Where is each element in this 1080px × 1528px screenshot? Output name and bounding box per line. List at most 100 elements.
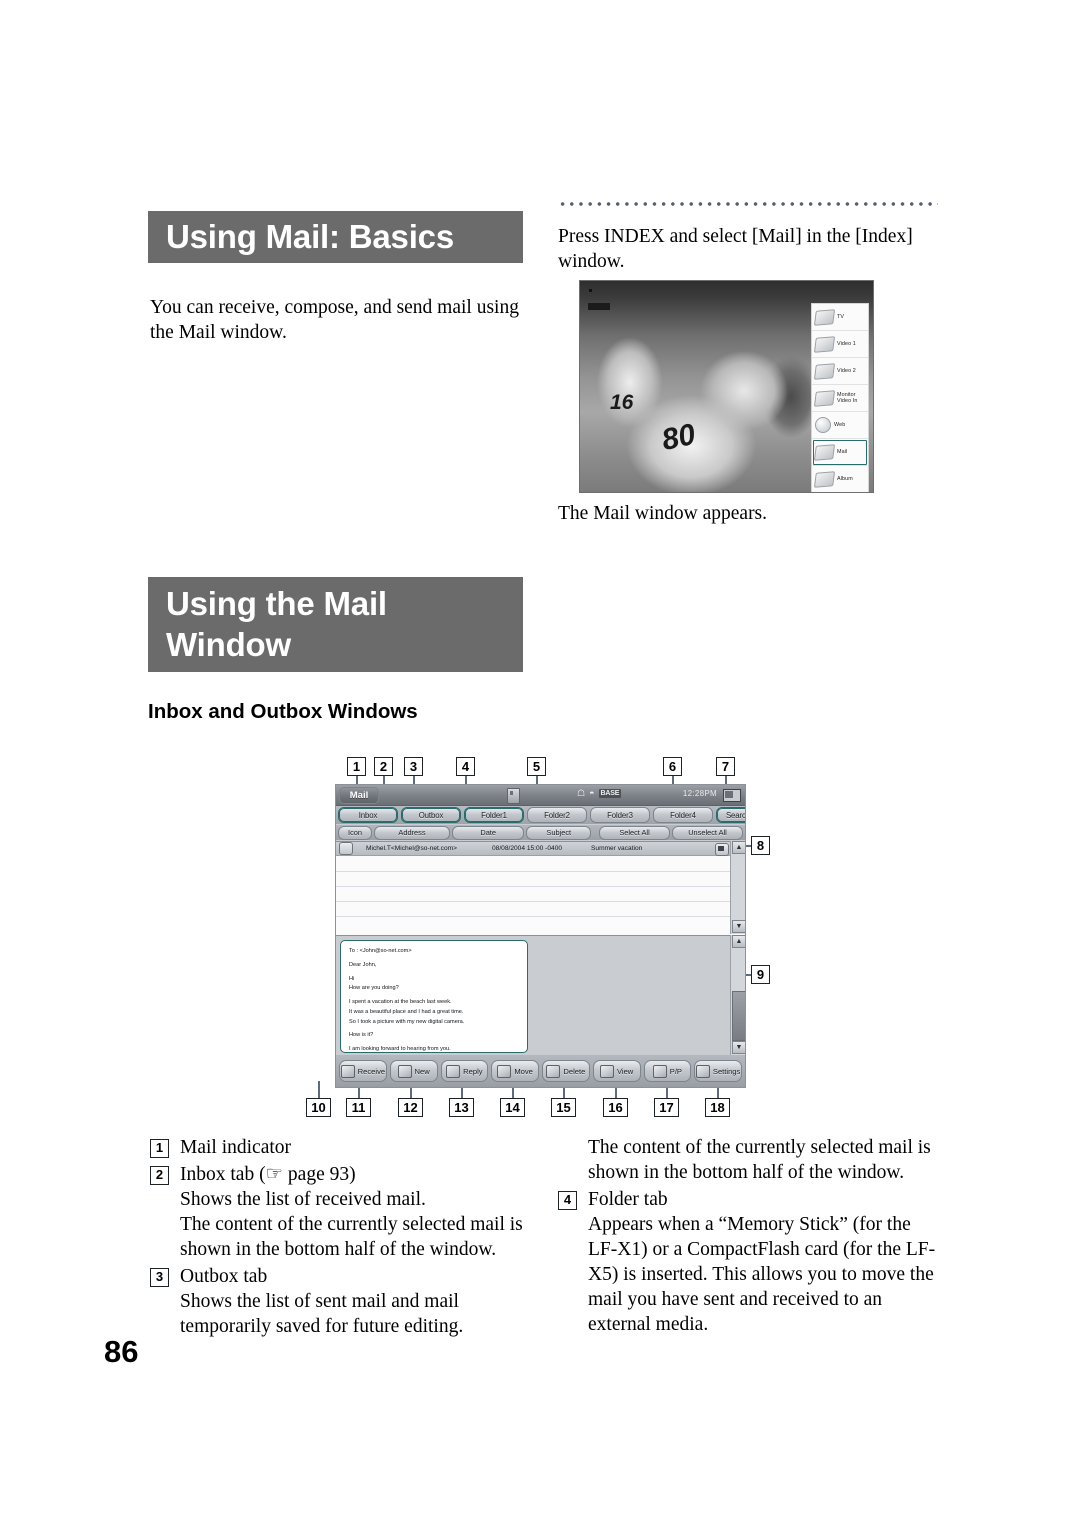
preview-line-3: I spent a vacation at the beach last wee… bbox=[349, 999, 452, 1006]
legend-number-placeholder bbox=[558, 1139, 577, 1158]
legend-text: Inbox tab (☞ page 93) Shows the list of … bbox=[180, 1163, 540, 1263]
tab-folder2[interactable]: Folder2 bbox=[527, 807, 587, 823]
button-label: Settings bbox=[712, 1066, 741, 1076]
clock-label: 12:28PM bbox=[682, 789, 717, 798]
tab-outbox[interactable]: Outbox bbox=[401, 807, 461, 823]
pip-button[interactable]: P/P bbox=[643, 1060, 692, 1082]
column-header-subject[interactable]: Subject bbox=[526, 825, 592, 840]
list-scrollbar[interactable]: ▲ ▼ bbox=[730, 841, 745, 934]
index-item-tv[interactable]: TV bbox=[812, 304, 868, 331]
tab-inbox[interactable]: Inbox bbox=[338, 807, 398, 823]
attachment-icon[interactable] bbox=[715, 843, 729, 856]
legend-title: Folder tab bbox=[588, 1188, 668, 1210]
legend-number: 1 bbox=[150, 1139, 169, 1158]
preview-scrollbar[interactable]: ▲ ▼ bbox=[730, 935, 745, 1055]
receive-button[interactable]: Receive bbox=[339, 1060, 387, 1082]
index-item-mail[interactable]: Mail bbox=[812, 439, 868, 466]
unselect-all-button[interactable]: Unselect All bbox=[672, 825, 743, 840]
column-header-date[interactable]: Date bbox=[451, 825, 525, 840]
scroll-up-arrow-icon[interactable]: ▲ bbox=[732, 935, 745, 948]
scroll-down-arrow-icon[interactable]: ▼ bbox=[732, 1041, 745, 1054]
legend-line: Appears when a “Memory Stick” (for the bbox=[588, 1213, 911, 1235]
intro-paragraph: You can receive, compose, and send mail … bbox=[150, 297, 519, 343]
row-checkbox[interactable] bbox=[339, 842, 353, 855]
legend-number: 3 bbox=[150, 1267, 169, 1287]
select-all-button[interactable]: Select All bbox=[599, 825, 671, 840]
index-item-video-2[interactable]: Video 2 bbox=[812, 358, 868, 385]
index-item-monitor-video-in[interactable]: Monitor Video In bbox=[812, 385, 868, 412]
delete-button[interactable]: Delete bbox=[542, 1060, 590, 1082]
mail-window-screenshot: Mail ☖ ◓ BASE 12:28PM Inbox Outbox Folde… bbox=[335, 784, 746, 1088]
list-divider bbox=[336, 901, 731, 902]
legend-text: The content of the currently selected ma… bbox=[588, 1136, 953, 1186]
view-icon bbox=[599, 1064, 614, 1078]
tab-search[interactable]: Search bbox=[716, 807, 745, 823]
callout-2: 2 bbox=[374, 757, 393, 776]
index-item-web[interactable]: Web bbox=[812, 412, 868, 439]
page-title-using-mail-basics: Using Mail: Basics bbox=[148, 211, 523, 263]
legend-line: shown in the bottom half of the window. bbox=[180, 1238, 497, 1260]
button-label: P/P bbox=[669, 1066, 682, 1076]
battery-icon bbox=[723, 789, 741, 802]
callout-12: 12 bbox=[398, 1098, 423, 1117]
reply-icon bbox=[446, 1064, 461, 1078]
section-title-line1: Using the Mail bbox=[166, 585, 387, 623]
index-item-video-1[interactable]: Video 1 bbox=[812, 331, 868, 358]
table-row[interactable]: Michel.T<Michel@so-net.com> 08/08/2004 1… bbox=[336, 842, 731, 856]
list-item: 4 Folder tab Appears when a “Memory Stic… bbox=[558, 1188, 953, 1338]
list-item: 2 Inbox tab (☞ page 93) Shows the list o… bbox=[150, 1163, 540, 1263]
legend-line: The content of the currently selected ma… bbox=[588, 1137, 931, 1158]
preview-line-1: Hi bbox=[349, 975, 355, 982]
button-label: Reply bbox=[463, 1066, 483, 1076]
tab-folder4[interactable]: Folder4 bbox=[653, 807, 713, 823]
callout-leader-15 bbox=[563, 1088, 565, 1098]
move-button[interactable]: Move bbox=[491, 1060, 539, 1082]
callout-8: 8 bbox=[751, 836, 770, 855]
legend-line: shown in the bottom half of the window. bbox=[588, 1161, 905, 1183]
video-icon bbox=[813, 362, 836, 380]
tab-folder3[interactable]: Folder3 bbox=[590, 807, 650, 823]
settings-button[interactable]: Settings bbox=[694, 1060, 742, 1082]
scrollbar-thumb[interactable] bbox=[732, 991, 745, 1041]
legend-number: 2 bbox=[150, 1165, 169, 1185]
list-divider bbox=[336, 871, 731, 872]
index-item-album[interactable]: Album bbox=[812, 466, 868, 492]
page-number: 86 bbox=[104, 1334, 139, 1369]
legend-number: 4 bbox=[558, 1190, 577, 1210]
dotted-rule bbox=[558, 198, 938, 206]
manual-page: Using Mail: Basics You can receive, comp… bbox=[0, 0, 1080, 1528]
wireless-icon: ◓ bbox=[589, 788, 595, 798]
view-button[interactable]: View bbox=[592, 1060, 641, 1082]
index-item-label: Web bbox=[834, 421, 846, 428]
callout-leader-16 bbox=[615, 1088, 617, 1098]
callout-14: 14 bbox=[500, 1098, 525, 1117]
column-header-row: Icon Address Date Subject Select All Uns… bbox=[336, 825, 745, 840]
scroll-up-arrow-icon[interactable]: ▲ bbox=[732, 841, 745, 854]
photo-corner-dot bbox=[589, 289, 592, 292]
legend-line: external media. bbox=[588, 1313, 709, 1335]
mail-list: Michel.T<Michel@so-net.com> 08/08/2004 1… bbox=[336, 841, 745, 935]
preview-to: To : <John@so-net.com> bbox=[349, 948, 412, 954]
column-header-icon[interactable]: Icon bbox=[338, 825, 373, 840]
tv-icon bbox=[813, 308, 836, 326]
index-item-label: TV bbox=[837, 313, 845, 320]
new-button[interactable]: New bbox=[389, 1060, 438, 1082]
row-date: 08/08/2004 15:00 -0400 bbox=[492, 845, 563, 852]
column-header-address[interactable]: Address bbox=[374, 825, 450, 840]
reply-button[interactable]: Reply bbox=[440, 1060, 489, 1082]
preview-line-6: How is it? bbox=[349, 1032, 374, 1039]
mail-indicator: Mail bbox=[339, 787, 379, 804]
row-address: Michel.T<Michel@so-net.com> bbox=[366, 845, 457, 852]
scroll-down-arrow-icon[interactable]: ▼ bbox=[732, 920, 745, 933]
preview-line-2: How are you doing? bbox=[349, 985, 399, 992]
callout-leader-14 bbox=[512, 1088, 514, 1098]
callout-17: 17 bbox=[654, 1098, 679, 1117]
tab-folder1[interactable]: Folder1 bbox=[464, 807, 524, 823]
receive-icon bbox=[340, 1064, 355, 1078]
index-item-label: Video 1 bbox=[837, 340, 856, 347]
legend-text: Mail indicator bbox=[180, 1136, 540, 1161]
index-menu[interactable]: TV Video 1 Video 2 Monitor Video In Web … bbox=[811, 303, 869, 492]
move-icon bbox=[497, 1064, 512, 1078]
callout-11: 11 bbox=[346, 1098, 371, 1117]
